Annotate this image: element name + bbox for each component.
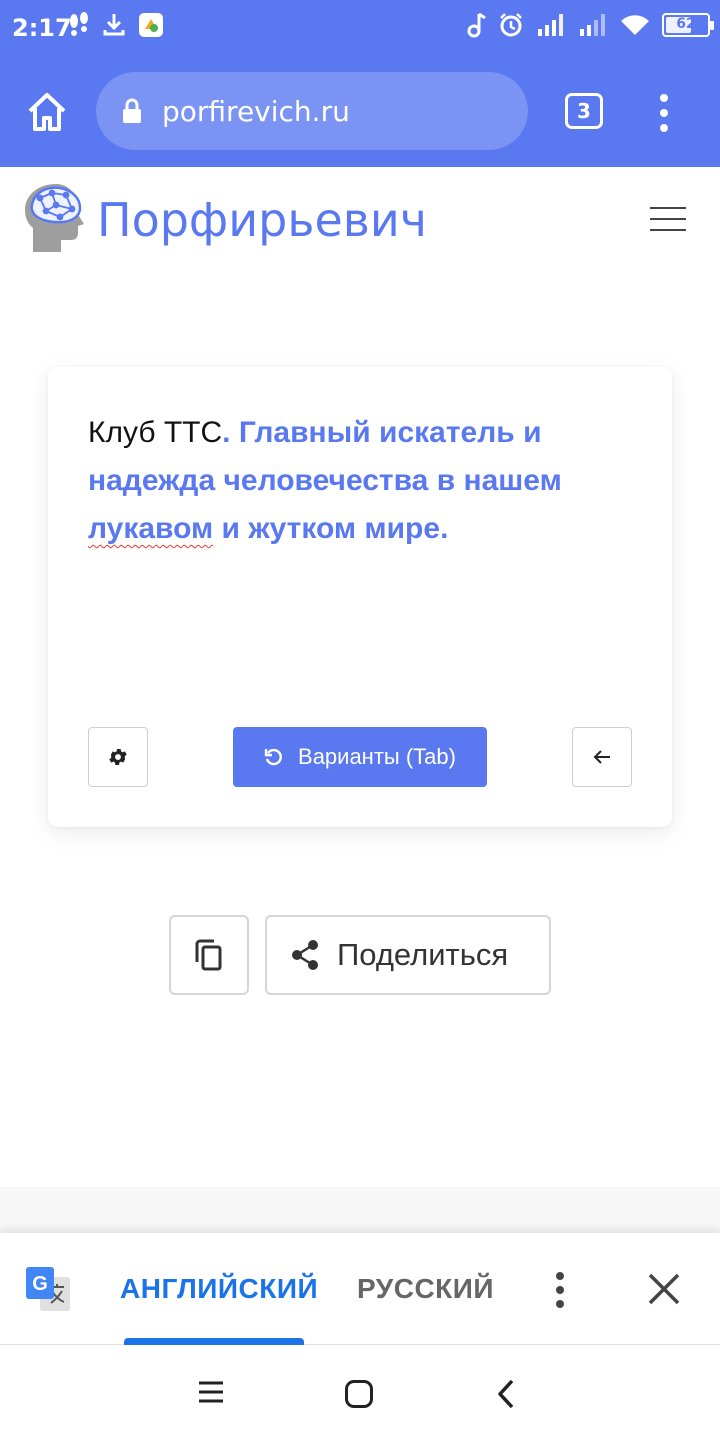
- brain-head-logo[interactable]: [22, 181, 94, 255]
- arrow-left-icon: [593, 750, 610, 764]
- url-text: porfirevich.ru: [162, 94, 350, 128]
- wifi-icon: [621, 15, 649, 35]
- nav-back-icon[interactable]: [494, 1378, 518, 1410]
- active-tab-indicator: [124, 1338, 304, 1345]
- user-text: Клуб ТТС: [88, 416, 223, 449]
- more-vert-icon[interactable]: [550, 1271, 570, 1309]
- site-title[interactable]: Порфирьевич: [97, 193, 427, 247]
- lock-icon: [123, 98, 141, 123]
- status-time: 2:17: [12, 14, 72, 42]
- generated-text-part-2: и жутком мире.: [213, 512, 449, 545]
- editor-text[interactable]: Клуб ТТС. Главный искатель и надежда чел…: [88, 409, 628, 553]
- refresh-icon: [264, 748, 282, 766]
- share-button[interactable]: Поделиться: [265, 915, 551, 995]
- page-footer-band: [0, 1187, 720, 1235]
- battery-icon: 62: [662, 13, 714, 37]
- tab-target-language[interactable]: РУССКИЙ: [357, 1273, 494, 1305]
- hamburger-line: [650, 218, 686, 220]
- variants-label: Варианты (Tab): [298, 744, 456, 769]
- share-label: Поделиться: [337, 937, 509, 972]
- more-vert-icon[interactable]: [652, 94, 676, 132]
- signal-2-icon: [580, 14, 605, 36]
- url-bar[interactable]: porfirevich.ru: [96, 72, 528, 150]
- gear-icon: [109, 749, 127, 765]
- battery-percent: 62: [676, 16, 696, 32]
- status-bar: 2:17 62: [0, 0, 720, 56]
- signal-icon: [538, 14, 563, 36]
- site-header: Порфирьевич: [0, 167, 720, 267]
- hamburger-line: [650, 229, 686, 231]
- alarm-icon: [500, 13, 522, 37]
- hamburger-line: [650, 207, 686, 209]
- translate-bar: G АНГЛИЙСКИЙ РУССКИЙ: [0, 1233, 720, 1345]
- status-system-icons: 62: [466, 12, 714, 38]
- close-icon[interactable]: [646, 1271, 682, 1307]
- undo-button[interactable]: [572, 727, 632, 787]
- hamburger-menu-icon[interactable]: [650, 207, 686, 233]
- tab-source-language[interactable]: АНГЛИЙСКИЙ: [120, 1273, 318, 1305]
- app-notification-icon: [139, 13, 163, 37]
- settings-button[interactable]: [88, 727, 148, 787]
- music-note-icon: [467, 12, 486, 38]
- system-nav-bar: [0, 1345, 720, 1440]
- google-translate-icon[interactable]: G: [24, 1265, 72, 1313]
- misspelled-word: лукавом: [88, 512, 214, 545]
- svg-text:G: G: [32, 1273, 48, 1295]
- home-icon[interactable]: [26, 92, 68, 132]
- browser-chrome: 2:17 62 porfirevich.ru 3: [0, 0, 720, 167]
- editor-card: Клуб ТТС. Главный искатель и надежда чел…: [48, 367, 672, 827]
- copy-icon: [195, 939, 222, 971]
- tabs-button[interactable]: 3: [565, 93, 603, 129]
- share-icon: [292, 940, 318, 970]
- status-notification-icons: [68, 12, 164, 38]
- nav-home-icon[interactable]: [345, 1380, 373, 1408]
- footsteps-icon: [70, 12, 88, 36]
- recents-icon[interactable]: [198, 1381, 224, 1403]
- variants-button[interactable]: Варианты (Tab): [233, 727, 487, 787]
- copy-button[interactable]: [169, 915, 249, 995]
- download-icon: [103, 14, 125, 36]
